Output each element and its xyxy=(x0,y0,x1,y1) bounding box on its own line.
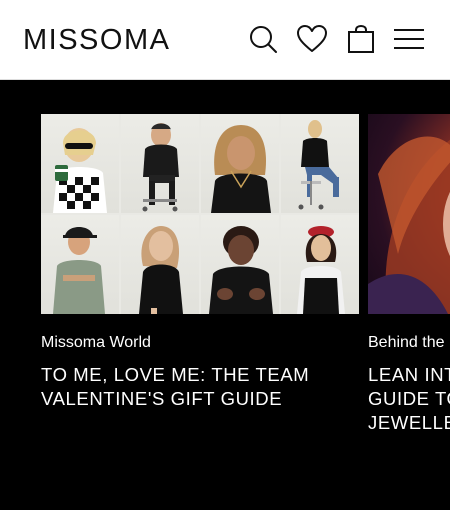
article-image-collage[interactable] xyxy=(41,114,359,314)
article-carousel: Missoma World TO ME, LOVE ME: THE TEAM V… xyxy=(0,80,450,510)
article-card[interactable]: Behind the LEAN INT GUIDE TO JEWELLE xyxy=(368,114,450,435)
article-card[interactable]: Missoma World TO ME, LOVE ME: THE TEAM V… xyxy=(41,114,359,411)
article-image[interactable] xyxy=(368,114,450,314)
heart-icon[interactable] xyxy=(296,23,328,55)
article-title[interactable]: TO ME, LOVE ME: THE TEAM VALENTINE'S GIF… xyxy=(41,363,359,411)
bag-icon[interactable] xyxy=(345,23,377,55)
photo-tile xyxy=(201,114,279,213)
photo-tile xyxy=(281,114,359,213)
article-category[interactable]: Behind the xyxy=(368,333,450,353)
article-title-line: GUIDE TO xyxy=(368,388,450,409)
photo-tile xyxy=(121,114,199,213)
article-title[interactable]: LEAN INT GUIDE TO JEWELLE xyxy=(368,363,450,435)
brand-logo[interactable]: MISSOMA xyxy=(23,25,170,55)
article-title-line: JEWELLE xyxy=(368,412,450,433)
article-category[interactable]: Missoma World xyxy=(41,333,359,353)
photo-tile xyxy=(41,215,119,314)
photo-tile xyxy=(121,215,199,314)
article-title-line: TO ME, LOVE ME: THE TEAM xyxy=(41,364,310,385)
article-title-line: VALENTINE'S GIFT GUIDE xyxy=(41,388,283,409)
article-title-line: LEAN INT xyxy=(368,364,450,385)
photo-tile xyxy=(201,215,279,314)
search-icon[interactable] xyxy=(247,23,279,55)
menu-icon[interactable] xyxy=(393,23,425,55)
site-header: MISSOMA xyxy=(0,0,450,80)
photo-tile xyxy=(281,215,359,314)
photo-tile xyxy=(41,114,119,213)
